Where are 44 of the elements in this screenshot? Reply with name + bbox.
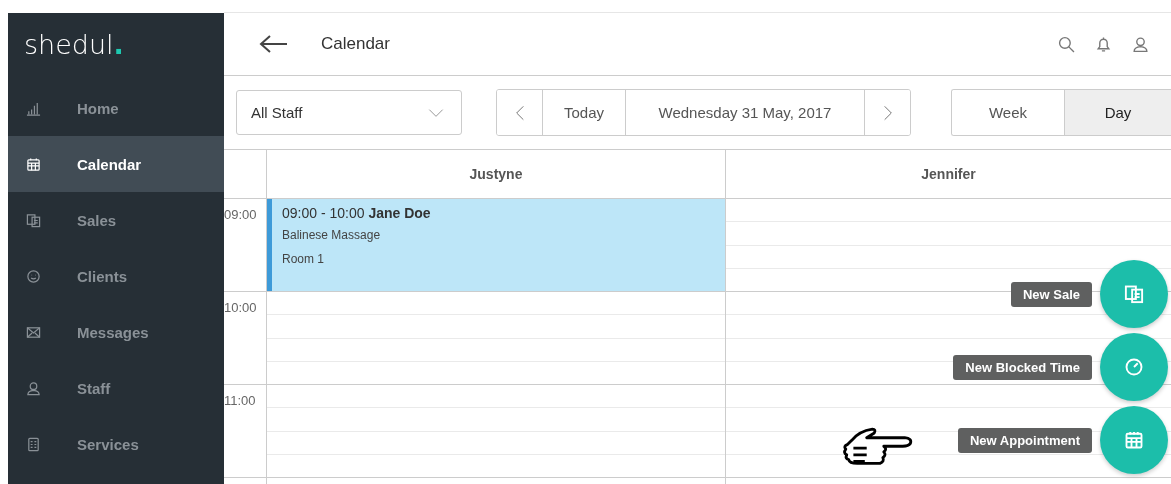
staff-select[interactable]: All Staff xyxy=(236,90,462,135)
receipt-icon xyxy=(26,212,41,228)
appointment-title: 09:00 - 10:00 Jane Doe xyxy=(282,205,432,221)
user-icon xyxy=(26,380,41,396)
receipt-icon xyxy=(1124,284,1144,304)
nav-item[interactable]: Sales xyxy=(8,192,224,248)
action-button[interactable] xyxy=(1100,333,1168,401)
staff-column-header: Jennifer xyxy=(920,165,977,184)
nav-item[interactable]: Home xyxy=(8,80,224,136)
time-label: 11:00 xyxy=(224,393,256,408)
appointment-card[interactable]: 09:00 - 10:00 Jane Doe Balinese Massage Room 1 xyxy=(267,199,725,291)
nav-item[interactable]: Messages xyxy=(8,304,224,360)
nav-item[interactable]: Calendar xyxy=(8,136,224,192)
action-button[interactable] xyxy=(1100,260,1168,328)
list-icon xyxy=(26,436,41,452)
bar-chart-icon xyxy=(26,100,41,116)
nav-item[interactable]: Staff xyxy=(8,360,224,416)
staff-column-header: Justyne xyxy=(267,150,726,198)
today-button[interactable]: Today xyxy=(542,90,626,135)
chevron-left-icon xyxy=(514,103,525,122)
nav-item[interactable]: Clients xyxy=(8,248,224,304)
user-icon[interactable] xyxy=(1132,35,1149,53)
nav-item[interactable]: Services xyxy=(8,416,224,472)
action-label: New Blocked Time xyxy=(953,354,1092,380)
logo: shedul. xyxy=(23,28,125,62)
action-button[interactable] xyxy=(1100,406,1168,474)
action-label: New Sale xyxy=(1010,281,1092,307)
chevron-right-icon xyxy=(882,103,893,122)
chat-icon xyxy=(26,268,41,284)
calendar-icon xyxy=(1124,430,1144,450)
appointment-room: Room 1 xyxy=(282,252,326,266)
bell-icon[interactable] xyxy=(1095,35,1112,53)
time-label: 10:00 xyxy=(224,300,257,315)
time-label: 09:00 xyxy=(224,207,257,222)
calendar-icon xyxy=(26,156,41,172)
action-label: New Appointment xyxy=(958,427,1092,453)
gauge-icon xyxy=(1124,357,1144,377)
page-title: Calendar xyxy=(321,34,390,54)
view-tab[interactable]: Day xyxy=(1064,90,1171,135)
envelope-icon xyxy=(26,324,41,340)
back-arrow-icon[interactable] xyxy=(259,34,289,54)
appointment-service: Balinese Massage xyxy=(282,228,382,242)
search-icon[interactable] xyxy=(1058,35,1075,53)
chevron-down-icon xyxy=(427,107,445,118)
